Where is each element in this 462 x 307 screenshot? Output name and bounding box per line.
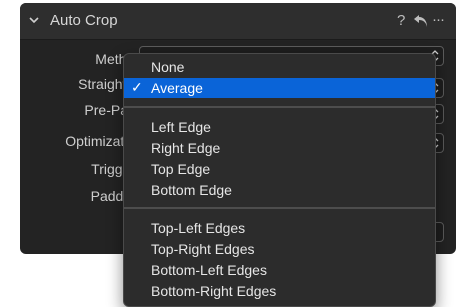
menu-item-bottom-edge[interactable]: Bottom Edge bbox=[124, 180, 435, 200]
menu-item-average[interactable]: ✓ Average bbox=[124, 78, 435, 98]
menu-item-label: Right Edge bbox=[151, 140, 221, 156]
menu-separator bbox=[124, 106, 435, 108]
menu-item-label: Bottom Edge bbox=[151, 182, 232, 198]
menu-item-label: Left Edge bbox=[151, 119, 211, 135]
menu-separator bbox=[124, 207, 435, 209]
checkmark-icon: ✓ bbox=[131, 79, 143, 95]
reset-icon[interactable] bbox=[413, 14, 429, 28]
menu-item-none[interactable]: None bbox=[124, 57, 435, 77]
method-dropdown-menu[interactable]: None ✓ Average Left Edge Right Edge Top … bbox=[123, 53, 436, 307]
menu-item-label: Average bbox=[151, 80, 203, 96]
menu-item-label: None bbox=[151, 59, 185, 75]
panel-title: Auto Crop bbox=[50, 12, 118, 29]
panel-header[interactable]: Auto Crop ? ··· bbox=[20, 3, 456, 40]
menu-item-top-edge[interactable]: Top Edge bbox=[124, 159, 435, 179]
menu-item-label: Bottom-Left Edges bbox=[151, 262, 267, 278]
help-icon[interactable]: ? bbox=[397, 12, 405, 29]
menu-item-top-right-edges[interactable]: Top-Right Edges bbox=[124, 239, 435, 259]
menu-item-top-left-edges[interactable]: Top-Left Edges bbox=[124, 218, 435, 238]
menu-item-right-edge[interactable]: Right Edge bbox=[124, 138, 435, 158]
menu-item-bottom-right-edges[interactable]: Bottom-Right Edges bbox=[124, 281, 435, 301]
menu-item-left-edge[interactable]: Left Edge bbox=[124, 117, 435, 137]
chevron-down-icon[interactable] bbox=[28, 14, 40, 26]
more-icon[interactable]: ··· bbox=[432, 11, 445, 28]
menu-item-label: Top-Left Edges bbox=[151, 220, 246, 236]
menu-item-label: Top Edge bbox=[151, 161, 211, 177]
menu-item-label: Top-Right Edges bbox=[151, 241, 255, 257]
menu-item-bottom-left-edges[interactable]: Bottom-Left Edges bbox=[124, 260, 435, 280]
app-stage: Auto Crop ? ··· Method Straighten Pre-Pa… bbox=[0, 0, 462, 307]
menu-item-label: Bottom-Right Edges bbox=[151, 283, 277, 299]
